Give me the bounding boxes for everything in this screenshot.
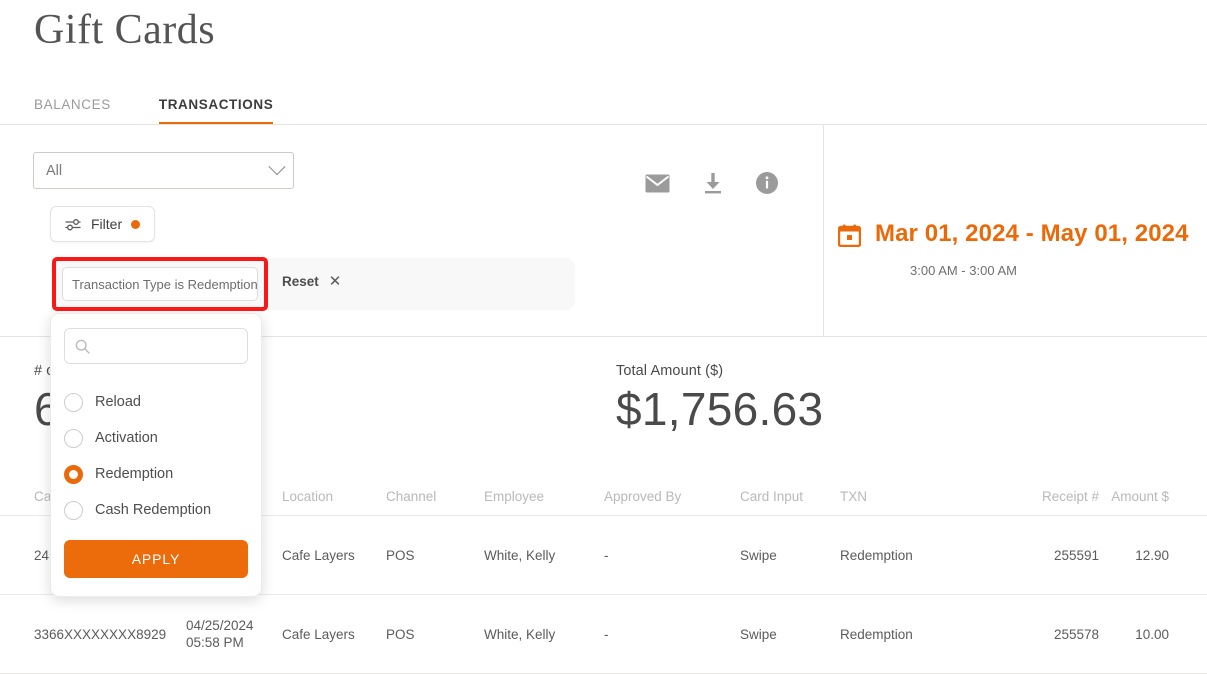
option-cash-redemption[interactable]: Cash Redemption xyxy=(64,492,248,528)
panel-divider xyxy=(823,125,824,336)
header-divider xyxy=(0,124,1207,125)
kpi-total-amount-value: $1,756.63 xyxy=(616,383,824,435)
action-icon-row xyxy=(645,172,778,194)
radio-selected-icon[interactable] xyxy=(64,464,83,484)
chevron-down-icon xyxy=(268,157,286,175)
column-header-channel[interactable]: Channel xyxy=(386,489,484,504)
column-header-amount[interactable]: Amount $ xyxy=(1107,489,1191,504)
table-row[interactable]: 3366XXXXXXXX8929 04/25/2024 05:58 PM Caf… xyxy=(0,595,1207,674)
cell-employee: White, Kelly xyxy=(484,547,556,563)
cell-card-input: Swipe xyxy=(740,626,777,642)
calendar-icon xyxy=(837,224,862,248)
cell-card-input: Swipe xyxy=(740,547,777,563)
cell-amount: 12.90 xyxy=(1135,547,1169,563)
option-redemption-label: Redemption xyxy=(95,466,174,482)
search-icon xyxy=(75,339,90,354)
date-range-display[interactable]: Mar 01, 2024 - May 01, 2024 xyxy=(837,220,1189,248)
transaction-type-search-input[interactable] xyxy=(98,337,237,355)
scope-select[interactable]: All xyxy=(33,152,294,189)
filter-chip-label: Transaction Type is Redemption xyxy=(72,276,258,292)
cell-date: 04/25/2024 xyxy=(186,618,254,633)
cell-txn: Redemption xyxy=(840,626,913,642)
option-cash-redemption-label: Cash Redemption xyxy=(95,502,212,518)
filter-active-dot-icon xyxy=(131,219,141,229)
cell-card: 3366XXXXXXXX8929 xyxy=(34,626,167,642)
transaction-type-search-box[interactable] xyxy=(64,328,248,364)
radio-icon[interactable] xyxy=(64,500,83,520)
column-header-receipt[interactable]: Receipt # xyxy=(1012,489,1107,504)
column-header-employee[interactable]: Employee xyxy=(484,489,604,504)
scope-select-value: All xyxy=(46,162,63,179)
cell-channel: POS xyxy=(386,547,415,563)
cell-approved-by: - xyxy=(604,547,609,563)
radio-icon[interactable] xyxy=(64,392,83,412)
cell-txn: Redemption xyxy=(840,547,913,563)
cell-time: 05:58 PM xyxy=(186,635,244,650)
cell-amount: 10.00 xyxy=(1135,626,1169,642)
info-icon[interactable] xyxy=(756,172,778,194)
download-icon[interactable] xyxy=(702,172,724,194)
tab-bar: BALANCES TRANSACTIONS xyxy=(34,92,274,125)
option-activation[interactable]: Activation xyxy=(64,420,248,456)
cell-location: Cafe Layers xyxy=(282,547,355,563)
option-reload-label: Reload xyxy=(95,394,141,410)
tab-balances[interactable]: BALANCES xyxy=(34,97,111,125)
date-range-time: 3:00 AM - 3:00 AM xyxy=(910,263,1017,278)
transaction-type-option-list: Reload Activation Redemption Cash Redemp… xyxy=(64,384,248,528)
page-title: Gift Cards xyxy=(34,7,216,53)
cell-channel: POS xyxy=(386,626,415,642)
column-header-approved-by[interactable]: Approved By xyxy=(604,489,740,504)
cell-receipt: 255591 xyxy=(1053,547,1099,563)
filter-sliders-icon xyxy=(65,218,82,231)
close-icon[interactable]: ✕ xyxy=(329,274,342,289)
filter-chip-transaction-type[interactable]: Transaction Type is Redemption xyxy=(62,267,258,301)
tab-transactions[interactable]: TRANSACTIONS xyxy=(158,97,274,125)
kpi-total-amount-label: Total Amount ($) xyxy=(616,363,724,379)
email-icon[interactable] xyxy=(645,174,670,193)
column-header-location[interactable]: Location xyxy=(282,489,386,504)
date-range-text: Mar 01, 2024 - May 01, 2024 xyxy=(875,220,1189,247)
cell-approved-by: - xyxy=(604,626,609,642)
kpi-total-amount: Total Amount ($) $1,756.63 xyxy=(616,363,823,437)
cell-location: Cafe Layers xyxy=(282,626,355,642)
column-header-card-input[interactable]: Card Input xyxy=(740,489,840,504)
filter-button-label: Filter xyxy=(91,216,123,232)
option-redemption[interactable]: Redemption xyxy=(64,456,248,492)
cell-employee: White, Kelly xyxy=(484,626,556,642)
cell-receipt: 255578 xyxy=(1053,626,1099,642)
cell-datetime: 04/25/2024 05:58 PM xyxy=(186,618,282,650)
option-reload[interactable]: Reload xyxy=(64,384,248,420)
column-header-txn[interactable]: TXN xyxy=(840,489,1012,504)
option-activation-label: Activation xyxy=(95,430,158,446)
transaction-type-dropdown: Reload Activation Redemption Cash Redemp… xyxy=(50,313,262,597)
filter-button[interactable]: Filter xyxy=(50,206,156,242)
reset-filters-button[interactable]: Reset ✕ xyxy=(282,274,341,289)
reset-label: Reset xyxy=(282,274,319,289)
apply-button[interactable]: APPLY xyxy=(64,540,248,578)
radio-icon[interactable] xyxy=(64,428,83,448)
